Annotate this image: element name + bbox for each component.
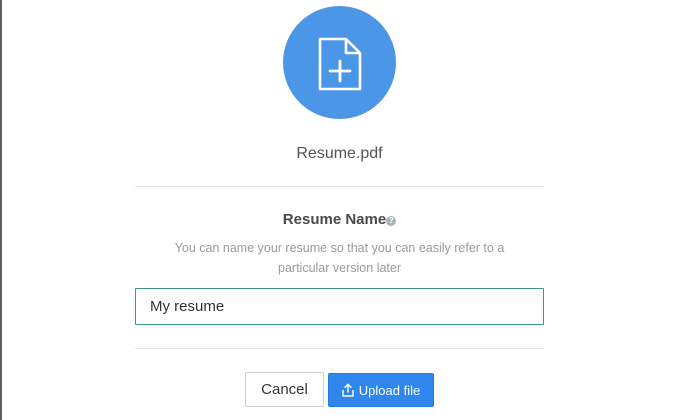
upload-file-label: Upload file <box>358 382 421 398</box>
cancel-button-label: Cancel <box>261 381 308 398</box>
file-plus-icon <box>318 37 362 91</box>
resume-name-title: Resume Name <box>282 211 387 228</box>
divider <box>135 348 544 349</box>
window-edge <box>0 0 2 420</box>
resume-name-heading: Resume Name? <box>0 211 674 228</box>
cancel-button[interactable]: Cancel <box>245 372 324 407</box>
upload-file-button[interactable]: Upload file <box>328 373 434 407</box>
divider <box>135 186 544 187</box>
upload-icon <box>342 383 354 397</box>
help-icon[interactable]: ? <box>386 216 397 226</box>
resume-name-help-text: You can name your resume so that you can… <box>174 241 505 275</box>
file-upload-circle <box>283 6 396 119</box>
file-name: Resume.pdf <box>296 145 383 162</box>
resume-name-input[interactable] <box>135 288 544 325</box>
